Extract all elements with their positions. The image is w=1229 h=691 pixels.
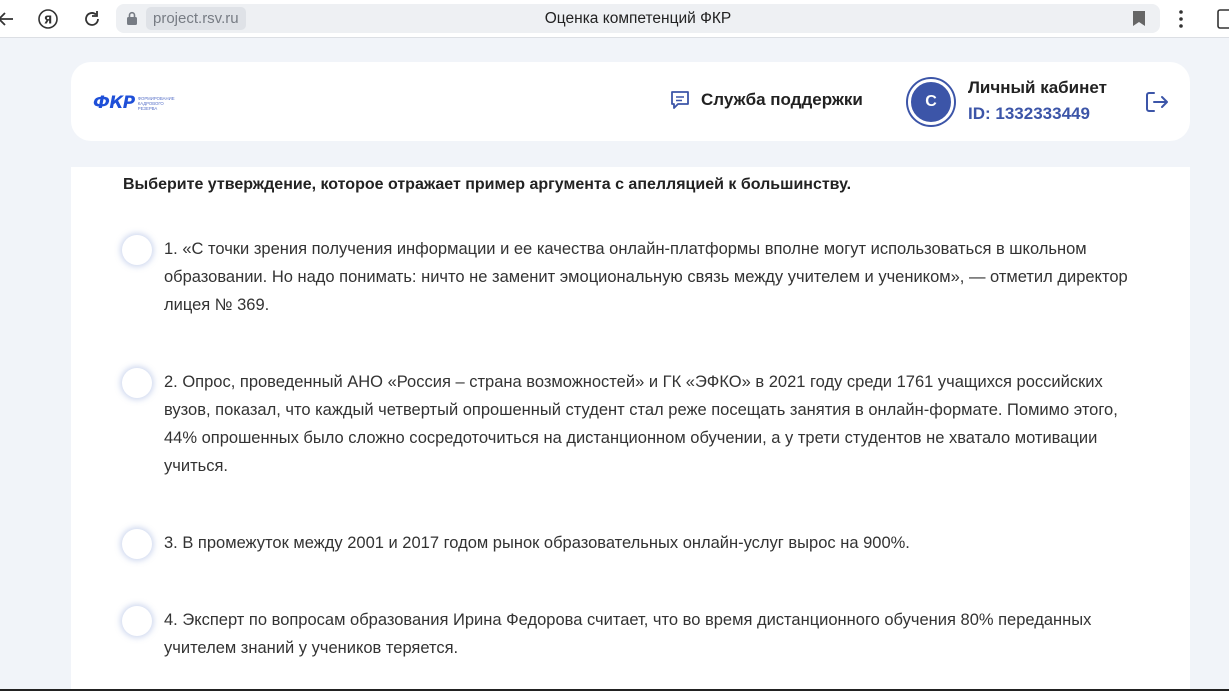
svg-text:Я: Я [44, 14, 52, 27]
lock-icon [127, 11, 137, 25]
avatar[interactable]: С [908, 79, 954, 125]
chat-icon [671, 91, 689, 109]
logout-icon[interactable] [1145, 91, 1169, 113]
bookmark-icon[interactable] [1132, 10, 1146, 27]
radio-button[interactable] [122, 235, 152, 265]
question-card: Выберите утверждение, которое отражает п… [71, 167, 1190, 691]
site-header: ФКР ФОРМИРОВАНИЕ КАДРОВОГО РЕЗЕРВА Служб… [71, 62, 1190, 141]
address-bar[interactable]: project.rsv.ru Оценка компетенций ФКР [116, 4, 1160, 33]
cabinet-title[interactable]: Личный кабинет [968, 78, 1107, 98]
more-menu-icon[interactable] [1171, 7, 1191, 36]
support-label: Служба поддержки [701, 90, 863, 109]
cabinet-id: ID: 1332333449 [968, 104, 1090, 123]
downloads-icon[interactable] [1214, 7, 1229, 31]
answer-text[interactable]: 3. В промежуток между 2001 и 2017 годом … [164, 529, 1139, 557]
reload-icon[interactable] [80, 7, 104, 31]
fkr-logo[interactable]: ФКР ФОРМИРОВАНИЕ КАДРОВОГО РЕЗЕРВА [93, 93, 184, 113]
logo-mark: ФКР [93, 93, 135, 113]
back-arrow-icon[interactable] [0, 7, 18, 31]
radio-button[interactable] [122, 529, 152, 559]
question-text: Выберите утверждение, которое отражает п… [123, 176, 852, 193]
yandex-icon[interactable]: Я [36, 7, 60, 31]
url-text[interactable]: project.rsv.ru [146, 7, 246, 30]
answer-text[interactable]: 2. Опрос, проведенный АНО «Россия – стра… [164, 368, 1139, 480]
radio-button[interactable] [122, 606, 152, 636]
support-link[interactable]: Служба поддержки [669, 89, 863, 111]
page-title: Оценка компетенций ФКР [544, 10, 732, 27]
answer-text[interactable]: 4. Эксперт по вопросам образования Ирина… [164, 606, 1139, 662]
browser-toolbar: Я project.rsv.ru Оценка компетенций ФКР [0, 0, 1229, 38]
answer-text[interactable]: 1. «С точки зрения получения информации … [164, 235, 1139, 319]
logo-subtitle: ФОРМИРОВАНИЕ КАДРОВОГО РЕЗЕРВА [137, 95, 175, 111]
avatar-letter: С [925, 93, 937, 110]
radio-button[interactable] [122, 368, 152, 398]
